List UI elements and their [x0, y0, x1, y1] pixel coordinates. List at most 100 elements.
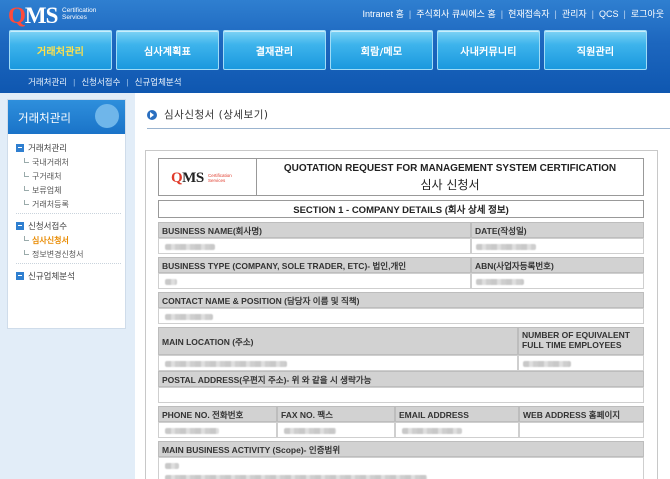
label-business-name: BUSINESS NAME(회사명): [158, 222, 471, 238]
sidebar-group-label: 거래처관리: [28, 142, 68, 153]
field-employees: [518, 355, 644, 371]
application-form: QMS Certification Services QUOTATION REQU…: [145, 150, 658, 479]
sidebar-item-former[interactable]: 구거래처: [16, 169, 121, 183]
sidebar-item-label: 보류업체: [32, 185, 62, 195]
separator: |: [73, 77, 76, 87]
app-window: QMS Certification Services Intranet 홈 | 주…: [0, 0, 670, 479]
top-link-qcs[interactable]: QCS: [599, 9, 619, 19]
sidebar-item-label: 구거래처: [32, 171, 62, 181]
form-title-ko: 심사 신청서: [420, 178, 480, 192]
sidebar-group-clients[interactable]: 거래처관리: [16, 140, 121, 155]
sidebar-item-register[interactable]: 거래처등록: [16, 197, 121, 211]
tree-branch-icon: [24, 158, 29, 163]
label-business-type: BUSINESS TYPE (COMPANY, SOLE TRADER, ETC…: [158, 257, 471, 273]
separator: |: [591, 8, 595, 19]
sidebar-title-text: 거래처관리: [18, 111, 71, 125]
logo-text: QMS: [8, 3, 58, 29]
label-fax: FAX NO. 팩스: [277, 406, 395, 422]
top-link-logout[interactable]: 로그아웃: [631, 7, 664, 20]
top-link-admin[interactable]: 관리자: [562, 7, 587, 20]
field-abn: [471, 273, 644, 289]
form-logo: QMS Certification Services: [159, 159, 257, 195]
qms-logo[interactable]: QMS Certification Services: [8, 3, 118, 29]
tree-branch-icon: [24, 236, 29, 241]
redacted-value: [476, 279, 524, 285]
redacted-value: [165, 475, 427, 479]
logo-ms: MS: [182, 170, 204, 186]
sidebar-decoration-icon: [95, 104, 119, 128]
field-business-type: [158, 273, 471, 289]
divider: [16, 263, 121, 264]
top-link-company-home[interactable]: 주식회사 큐씨에스 홈: [416, 7, 496, 20]
sidebar-item-domestic[interactable]: 국내거래처: [16, 155, 121, 169]
main-nav-tabs: 거래처관리 심사계획표 결재관리 회람/메모 사내커뮤니티 직원관리: [9, 30, 647, 70]
sub-nav: 거래처관리 | 신청서접수 | 신규업체분석: [28, 76, 182, 88]
separator: |: [126, 77, 129, 87]
subnav-new-analysis[interactable]: 신규업체분석: [135, 76, 182, 88]
tab-audit-schedule[interactable]: 심사계획표: [116, 30, 219, 70]
field-phone: [158, 422, 277, 438]
main-content: 심사신청서 (상세보기) QMS Certification Services Q…: [135, 93, 670, 479]
redacted-value: [165, 361, 287, 367]
redacted-value: [165, 314, 213, 320]
top-links: Intranet 홈 | 주식회사 큐씨에스 홈 | 현재접속자 | 관리자 |…: [363, 7, 664, 20]
sidebar-item-label: 심사신청서: [32, 235, 69, 245]
field-business-name: [158, 238, 471, 254]
label-email: EMAIL ADDRESS: [395, 406, 519, 422]
tab-clients[interactable]: 거래처관리: [9, 30, 112, 70]
sidebar-item-info-change[interactable]: 정보변경신청서: [16, 247, 121, 261]
sidebar-group-applications[interactable]: 신청서접수: [16, 218, 121, 233]
sidebar-group-label: 신규업체분석: [28, 270, 75, 281]
minus-box-icon: [16, 271, 24, 280]
sidebar-group-label: 신청서접수: [28, 220, 68, 231]
logo-ms: MS: [24, 3, 58, 28]
heading-divider: [147, 128, 670, 129]
form-title-en: QUOTATION REQUEST FOR MANAGEMENT SYSTEM …: [283, 163, 617, 174]
subnav-applications[interactable]: 신청서접수: [81, 76, 120, 88]
arrow-bullet-icon: [147, 109, 157, 120]
field-date: [471, 238, 644, 254]
sidebar-title: 거래처관리: [8, 100, 125, 134]
separator: |: [408, 8, 412, 19]
redacted-value: [165, 463, 179, 469]
sidebar-item-label: 거래처등록: [32, 199, 69, 209]
sidebar-menu: 거래처관리 거래처관리 국내거래처 구거래처 보류업체 거래처등록 신청서접수 …: [7, 99, 126, 329]
sidebar-list: 거래처관리 국내거래처 구거래처 보류업체 거래처등록 신청서접수 심사신청서 …: [16, 140, 121, 283]
sidebar-item-label: 정보변경신청서: [32, 249, 84, 259]
tab-community[interactable]: 사내커뮤니티: [437, 30, 540, 70]
redacted-value: [402, 428, 462, 434]
field-web: [519, 422, 644, 438]
form-logo-text: QMS: [171, 170, 204, 187]
separator: |: [554, 8, 557, 19]
separator: |: [623, 8, 626, 19]
tree-branch-icon: [24, 186, 29, 191]
subnav-clients[interactable]: 거래처관리: [28, 76, 67, 88]
sidebar: 거래처관리 거래처관리 국내거래처 구거래처 보류업체 거래처등록 신청서접수 …: [0, 93, 135, 479]
redacted-value: [523, 361, 571, 367]
redacted-value: [165, 244, 215, 250]
field-fax: [277, 422, 395, 438]
tree-branch-icon: [24, 200, 29, 205]
divider: [16, 213, 121, 214]
top-link-intranet[interactable]: Intranet 홈: [363, 7, 404, 20]
label-contact: CONTACT NAME & POSITION (담당자 이름 및 직책): [158, 292, 644, 308]
field-main-location: [158, 355, 518, 371]
sidebar-group-new-analysis[interactable]: 신규업체분석: [16, 268, 121, 283]
sidebar-item-pending[interactable]: 보류업체: [16, 183, 121, 197]
redacted-value: [165, 428, 219, 434]
top-header: QMS Certification Services Intranet 홈 | 주…: [0, 0, 670, 93]
tab-memo[interactable]: 회람/메모: [330, 30, 433, 70]
label-postal-address: POSTAL ADDRESS(우편지 주소)- 위 와 같을 시 생략가능: [158, 371, 644, 387]
tab-staff[interactable]: 직원관리: [544, 30, 647, 70]
form-logo-subtitle: Certification Services: [208, 173, 232, 183]
tab-approval[interactable]: 결재관리: [223, 30, 326, 70]
sidebar-item-audit-application[interactable]: 심사신청서: [16, 233, 121, 247]
minus-box-icon: [16, 143, 24, 152]
label-main-location: MAIN LOCATION (주소): [158, 327, 518, 355]
field-main-activity: [158, 457, 644, 479]
label-abn: ABN(사업자등록번호): [471, 257, 644, 273]
label-employees: NUMBER OF EQUIVALENT FULL TIME EMPLOYEES: [518, 327, 644, 355]
field-postal-address: [158, 387, 644, 403]
top-link-current-users[interactable]: 현재접속자: [508, 7, 549, 20]
redacted-value: [476, 244, 536, 250]
